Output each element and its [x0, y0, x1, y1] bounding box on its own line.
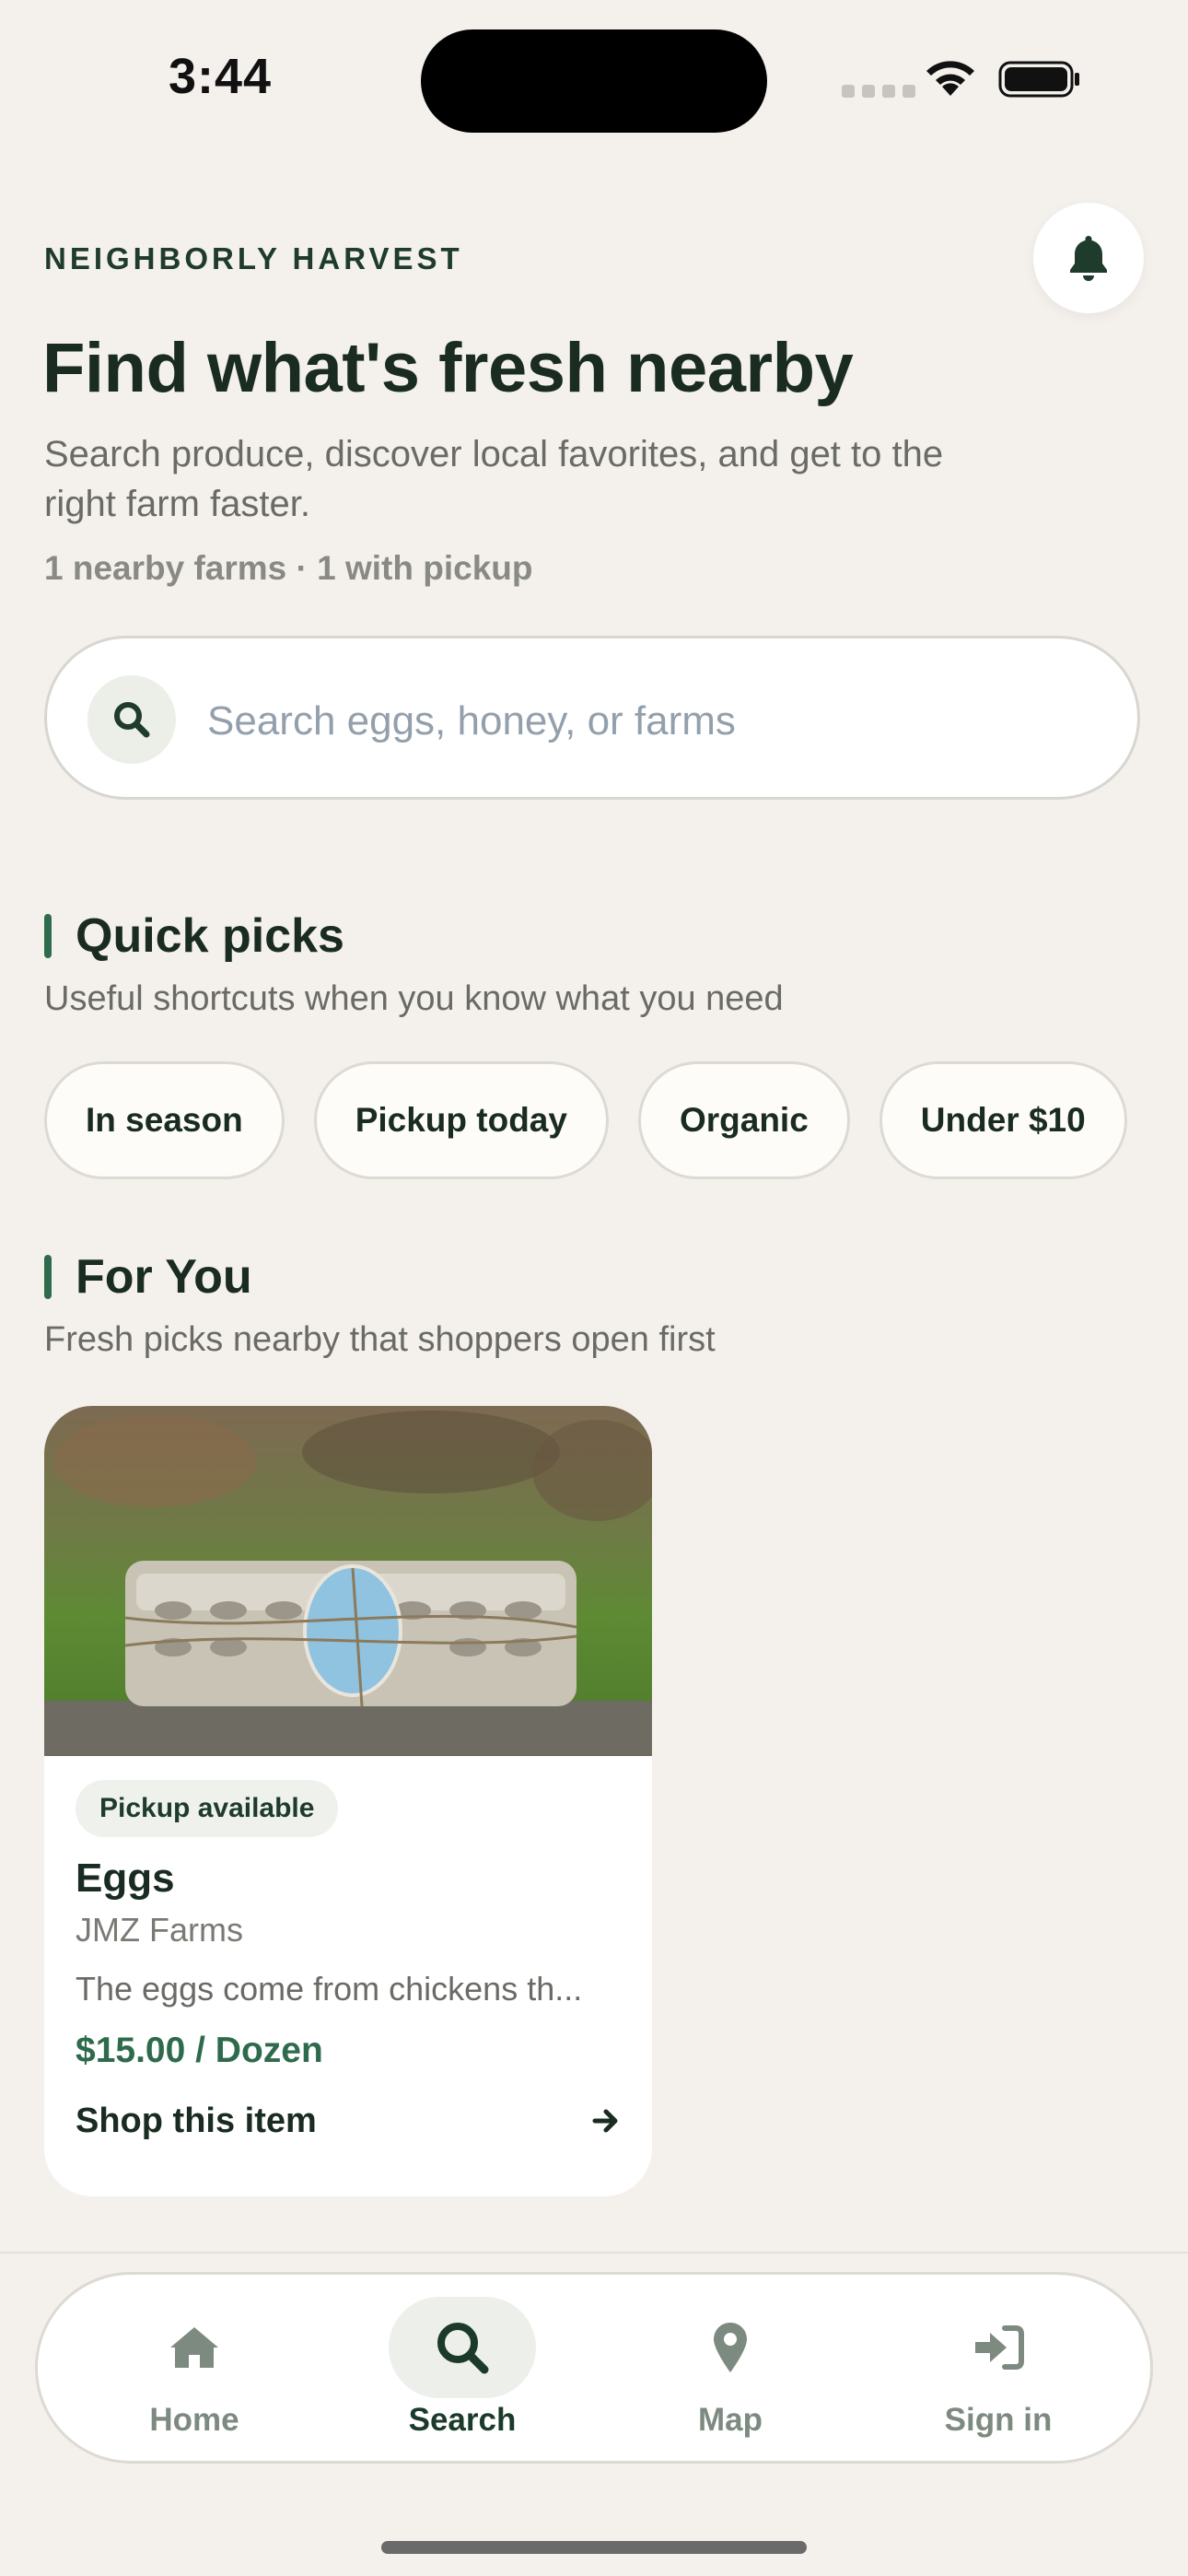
bell-icon — [1070, 236, 1107, 281]
for-you-title: For You — [76, 1250, 252, 1304]
section-accent-bar — [44, 914, 52, 958]
status-time: 3:44 — [169, 49, 273, 104]
tab-bar: Home Search Map Sign in — [35, 2272, 1153, 2464]
brand-name: NEIGHBORLY HARVEST — [44, 241, 463, 275]
map-pin-icon — [714, 2323, 747, 2372]
dynamic-island — [421, 29, 767, 133]
cellular-signal-icon — [842, 85, 915, 98]
wifi-icon — [926, 61, 974, 96]
tab-map-icon-wrap — [657, 2297, 804, 2398]
search-icon-badge — [87, 675, 176, 764]
section-accent-bar — [44, 1255, 52, 1299]
tab-search-icon-wrap — [389, 2297, 536, 2398]
arrow-right-icon — [592, 2109, 618, 2133]
quick-picks-title: Quick picks — [76, 909, 344, 963]
tab-sign-in-label: Sign in — [944, 2402, 1053, 2438]
quick-picks-subtitle: Useful shortcuts when you know what you … — [44, 979, 784, 1018]
tab-bar-divider — [0, 2252, 1188, 2254]
product-name: Eggs — [76, 1856, 175, 1901]
notifications-button[interactable] — [1033, 203, 1144, 313]
tab-sign-in-icon-wrap — [925, 2297, 1072, 2398]
nearby-summary: 1 nearby farms · 1 with pickup — [44, 549, 533, 587]
shop-item-button[interactable]: Shop this item — [76, 2095, 621, 2147]
farm-name: JMZ Farms — [76, 1911, 243, 1949]
page-title: Find what's fresh nearby — [42, 329, 854, 407]
for-you-subtitle: Fresh picks nearby that shoppers open fi… — [44, 1320, 716, 1359]
product-description: The eggs come from chickens th... — [76, 1970, 583, 2008]
product-card[interactable]: Pickup available Eggs JMZ Farms The eggs… — [44, 1406, 652, 2196]
tab-home-label: Home — [149, 2402, 239, 2438]
product-image — [44, 1406, 652, 1756]
tab-home[interactable]: Home — [102, 2297, 286, 2444]
home-indicator[interactable] — [381, 2541, 807, 2554]
chip-under-10[interactable]: Under $10 — [879, 1061, 1127, 1179]
sign-in-icon — [975, 2325, 1024, 2370]
search-bar[interactable] — [44, 636, 1140, 800]
search-icon — [114, 702, 150, 738]
quick-picks-chips: In season Pickup today Organic Under $10 — [44, 1061, 1127, 1179]
chip-in-season[interactable]: In season — [44, 1061, 285, 1179]
tab-home-icon-wrap — [121, 2297, 268, 2398]
page-subtitle: Search produce, discover local favorites… — [44, 434, 944, 524]
product-price: $15.00 / Dozen — [76, 2031, 323, 2070]
home-icon — [170, 2327, 218, 2368]
tab-map[interactable]: Map — [638, 2297, 822, 2444]
pickup-badge: Pickup available — [76, 1780, 339, 1837]
search-input[interactable] — [205, 679, 1075, 764]
tab-search-label: Search — [408, 2402, 517, 2438]
chip-organic[interactable]: Organic — [637, 1061, 850, 1179]
tab-map-label: Map — [698, 2402, 763, 2438]
tab-search[interactable]: Search — [370, 2297, 554, 2444]
chip-pickup-today[interactable]: Pickup today — [313, 1061, 609, 1179]
shop-item-label: Shop this item — [76, 2101, 317, 2140]
tab-sign-in[interactable]: Sign in — [906, 2297, 1090, 2444]
battery-icon — [998, 61, 1079, 98]
search-icon — [437, 2323, 489, 2374]
